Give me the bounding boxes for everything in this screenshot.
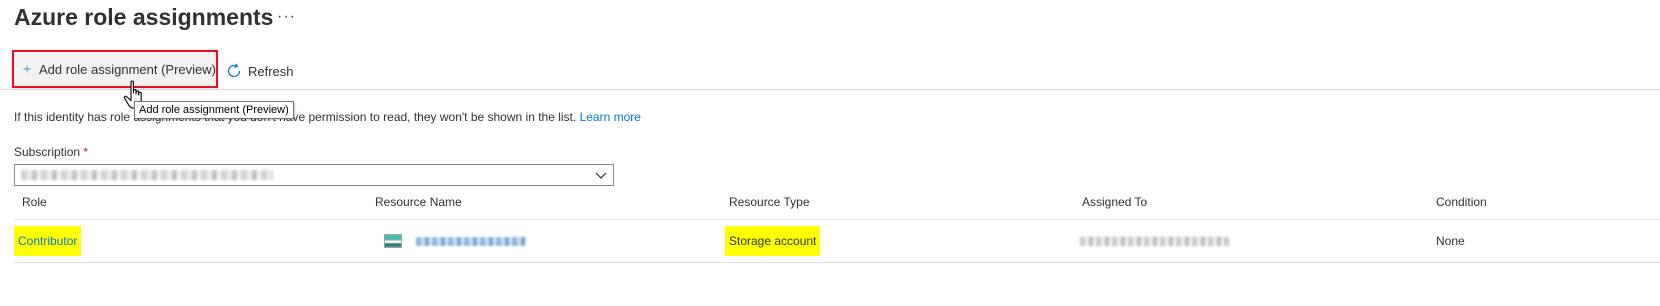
- add-role-assignment-button[interactable]: Add role assignment (Preview): [12, 50, 218, 88]
- tooltip: Add role assignment (Preview): [134, 101, 294, 119]
- column-header-resource-type[interactable]: Resource Type: [729, 195, 810, 209]
- assigned-to-cell: [1080, 220, 1230, 262]
- info-message: If this identity has role assignments th…: [14, 110, 641, 124]
- more-options-button[interactable]: ···: [277, 8, 296, 26]
- subscription-label-text: Subscription: [14, 145, 81, 159]
- subscription-value-redacted: [21, 170, 273, 180]
- condition-cell: None: [1436, 234, 1465, 248]
- role-highlight: Contributor: [14, 226, 82, 256]
- resource-name-cell: [384, 220, 526, 262]
- column-header-assigned-to[interactable]: Assigned To: [1082, 195, 1147, 209]
- command-bar: Add role assignment (Preview) Refresh: [0, 50, 1660, 90]
- chevron-down-icon: [595, 172, 607, 179]
- subscription-label: Subscription *: [14, 145, 88, 159]
- refresh-icon: [227, 63, 241, 78]
- role-link[interactable]: Contributor: [18, 234, 77, 248]
- resource-type-highlight: Storage account: [725, 226, 821, 256]
- table-row: Contributor Storage account None: [14, 220, 1660, 263]
- column-header-resource-name[interactable]: Resource Name: [375, 195, 462, 209]
- column-header-condition[interactable]: Condition: [1436, 195, 1487, 209]
- refresh-button[interactable]: Refresh: [226, 61, 294, 81]
- role-assignments-table: Role Resource Name Resource Type Assigne…: [14, 192, 1660, 263]
- column-header-role[interactable]: Role: [22, 195, 47, 209]
- subscription-dropdown[interactable]: [14, 164, 614, 186]
- required-mark: *: [83, 145, 89, 159]
- learn-more-link[interactable]: Learn more: [580, 110, 641, 124]
- storage-account-icon: [384, 234, 402, 248]
- add-role-assignment-label: Add role assignment (Preview): [38, 61, 216, 77]
- resource-type-cell: Storage account: [725, 220, 821, 262]
- page-title: Azure role assignments: [14, 4, 274, 30]
- info-text: If this identity has role assignments th…: [14, 110, 577, 124]
- table-header: Role Resource Name Resource Type Assigne…: [14, 192, 1660, 220]
- role-assignments-page: Azure role assignments ··· Add role assi…: [0, 0, 1660, 306]
- refresh-label: Refresh: [248, 63, 294, 79]
- resource-name-link-redacted[interactable]: [416, 236, 526, 246]
- assigned-to-redacted: [1080, 236, 1230, 246]
- role-cell: Contributor: [14, 220, 82, 262]
- plus-icon: [23, 65, 31, 73]
